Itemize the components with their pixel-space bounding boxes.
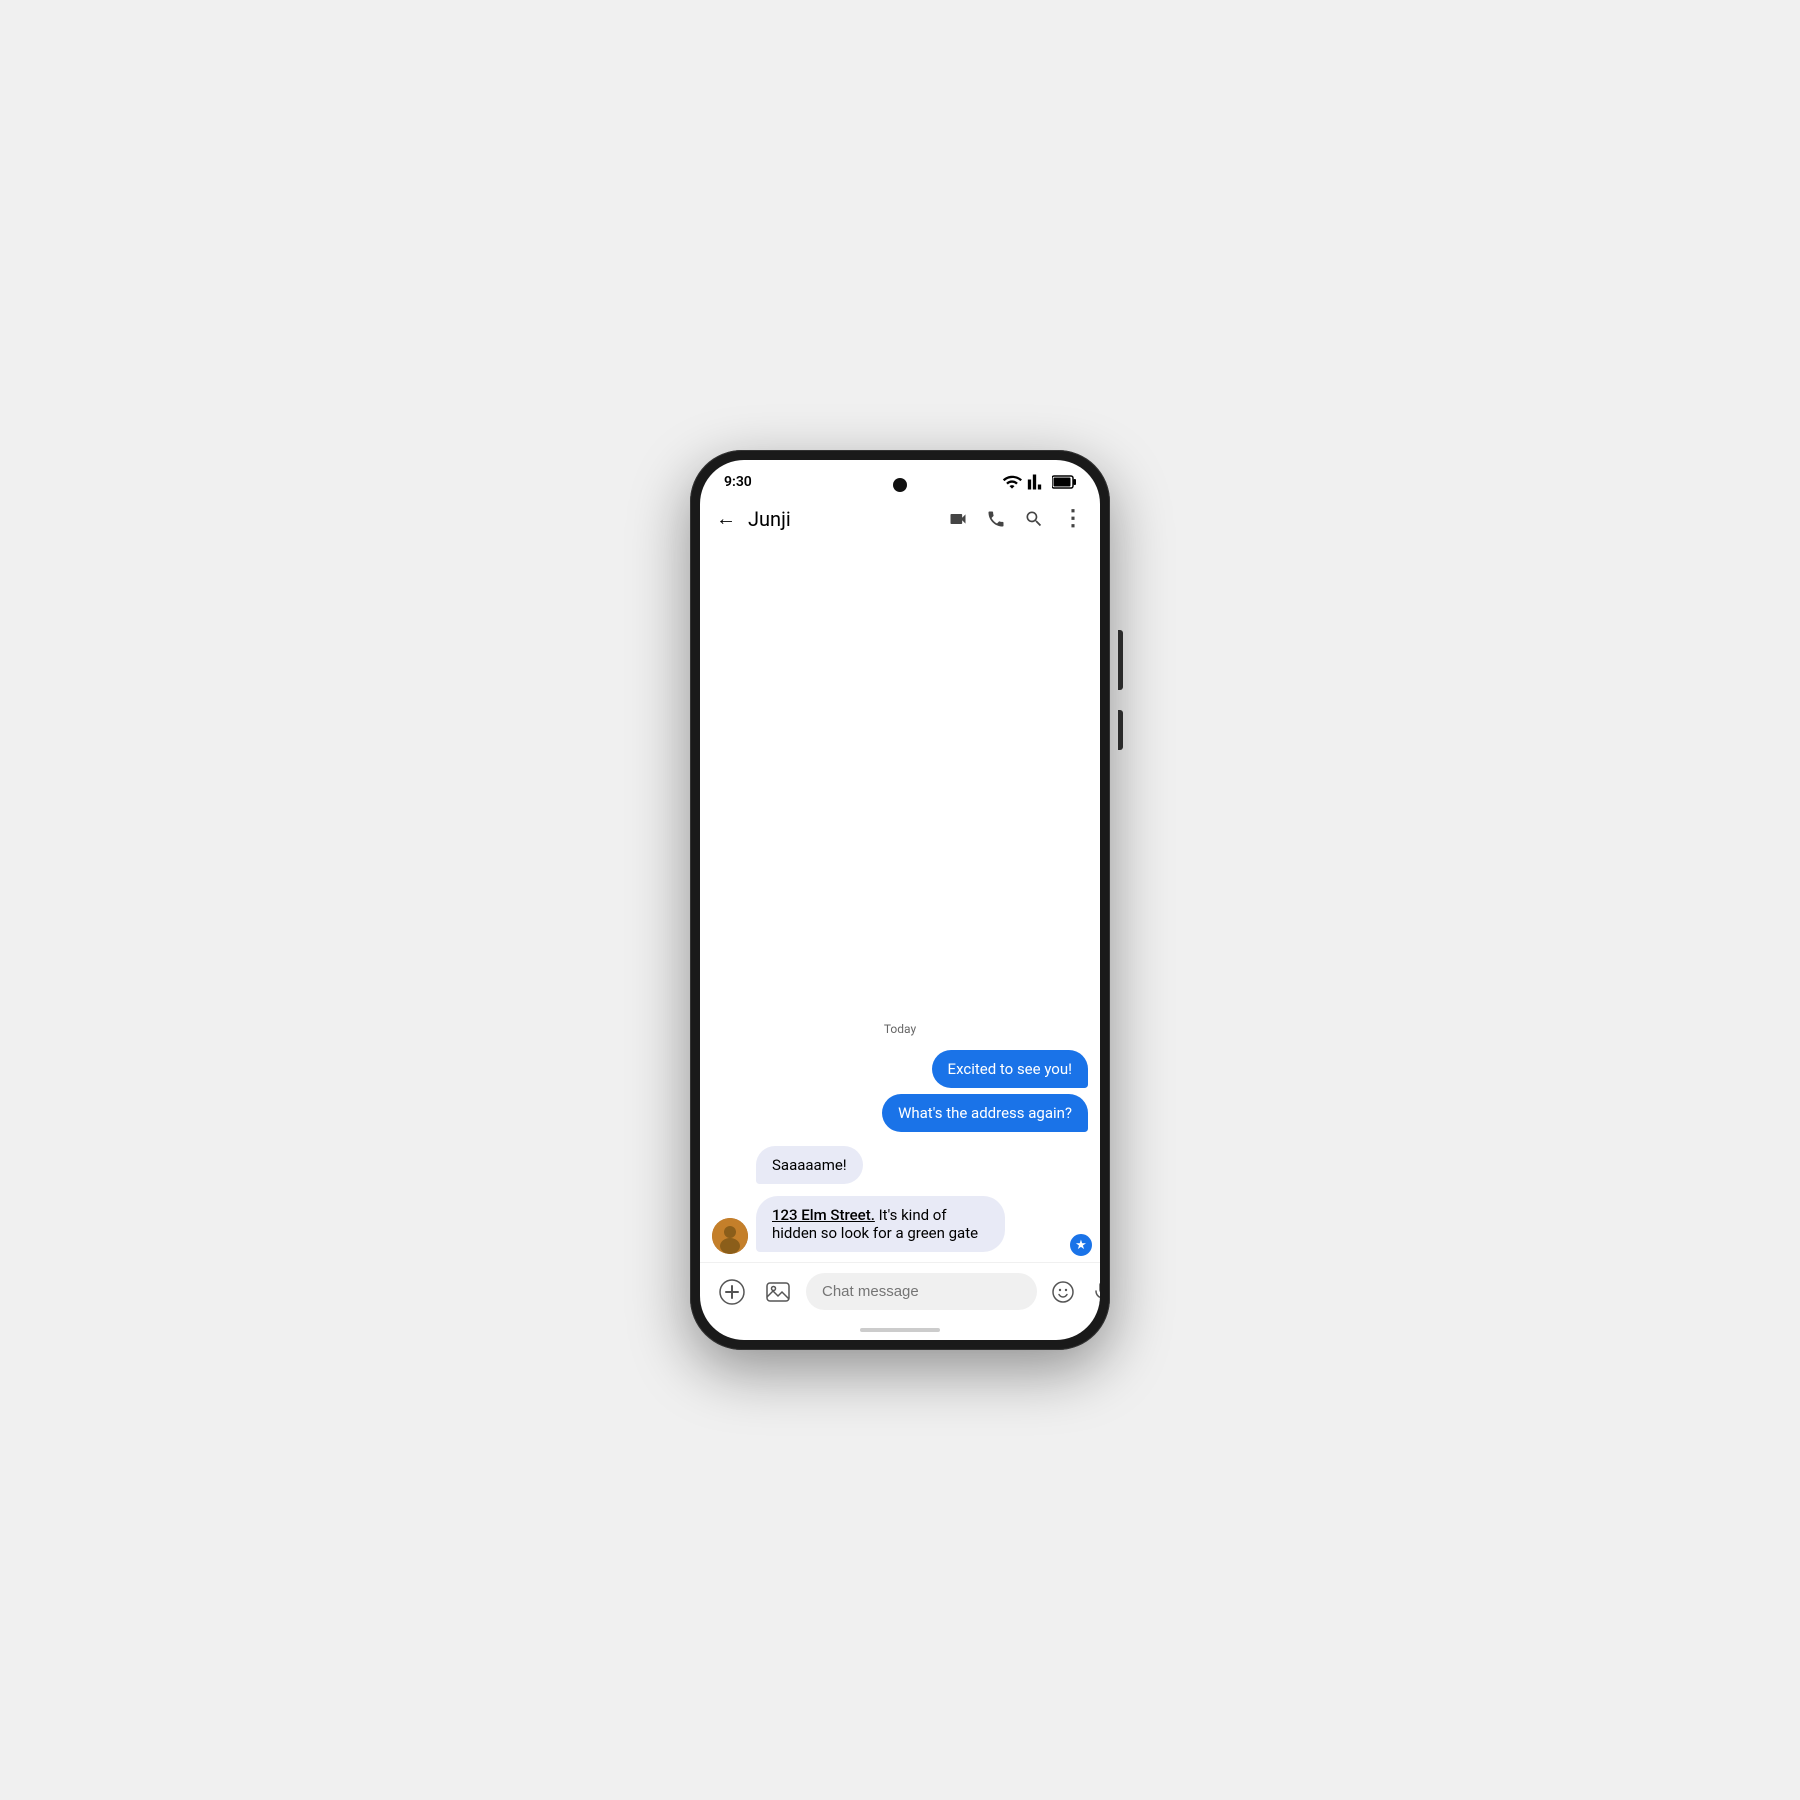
chat-input[interactable] <box>806 1273 1037 1310</box>
signal-icon <box>1027 472 1047 492</box>
mic-button[interactable] <box>1087 1276 1100 1308</box>
star-badge: ★ <box>1068 1232 1094 1258</box>
date-separator: Today <box>712 1022 1088 1036</box>
status-time: 9:30 <box>724 474 752 490</box>
input-right-icons <box>1047 1276 1100 1308</box>
emoji-icon <box>1051 1280 1075 1304</box>
messages-container: Excited to see you! What's the address a… <box>712 1050 1088 1254</box>
power-button <box>1118 630 1123 690</box>
phone-icon[interactable] <box>986 509 1006 529</box>
received-message-1: Saaaaame! <box>756 1146 863 1184</box>
video-call-icon[interactable] <box>948 509 968 529</box>
chat-area: Today Excited to see you! What's the add… <box>700 539 1100 1262</box>
status-icons <box>1002 472 1076 492</box>
address-link[interactable]: 123 Elm Street. <box>772 1206 875 1224</box>
received-message-2: 123 Elm Street. It's kind of hidden so l… <box>756 1196 1005 1252</box>
avatar-image <box>712 1218 748 1254</box>
mic-icon <box>1091 1280 1100 1304</box>
received-message-2-wrapper: 123 Elm Street. It's kind of hidden so l… <box>712 1196 1088 1254</box>
wifi-icon <box>1002 472 1022 492</box>
search-icon[interactable] <box>1024 509 1044 529</box>
emoji-button[interactable] <box>1047 1276 1079 1308</box>
image-button[interactable] <box>760 1274 796 1310</box>
sent-message-1: Excited to see you! <box>932 1050 1088 1088</box>
battery-icon <box>1052 475 1076 489</box>
volume-button <box>1118 710 1123 750</box>
avatar-svg <box>712 1218 748 1254</box>
camera-notch <box>893 478 907 492</box>
app-bar-actions: ⋮ <box>948 508 1084 530</box>
input-bar <box>700 1262 1100 1320</box>
more-options-icon[interactable]: ⋮ <box>1062 508 1084 530</box>
avatar <box>712 1218 748 1254</box>
home-indicator <box>700 1320 1100 1340</box>
image-icon <box>765 1279 791 1305</box>
home-bar <box>860 1328 940 1332</box>
add-icon <box>719 1279 745 1305</box>
add-button[interactable] <box>714 1274 750 1310</box>
back-button[interactable]: ← <box>716 506 736 531</box>
phone-device: 9:30 ← Junji <box>690 450 1110 1350</box>
contact-name: Junji <box>748 507 936 531</box>
sent-message-2: What's the address again? <box>882 1094 1088 1132</box>
app-bar: ← Junji ⋮ <box>700 498 1100 539</box>
phone-screen: 9:30 ← Junji <box>700 460 1100 1340</box>
